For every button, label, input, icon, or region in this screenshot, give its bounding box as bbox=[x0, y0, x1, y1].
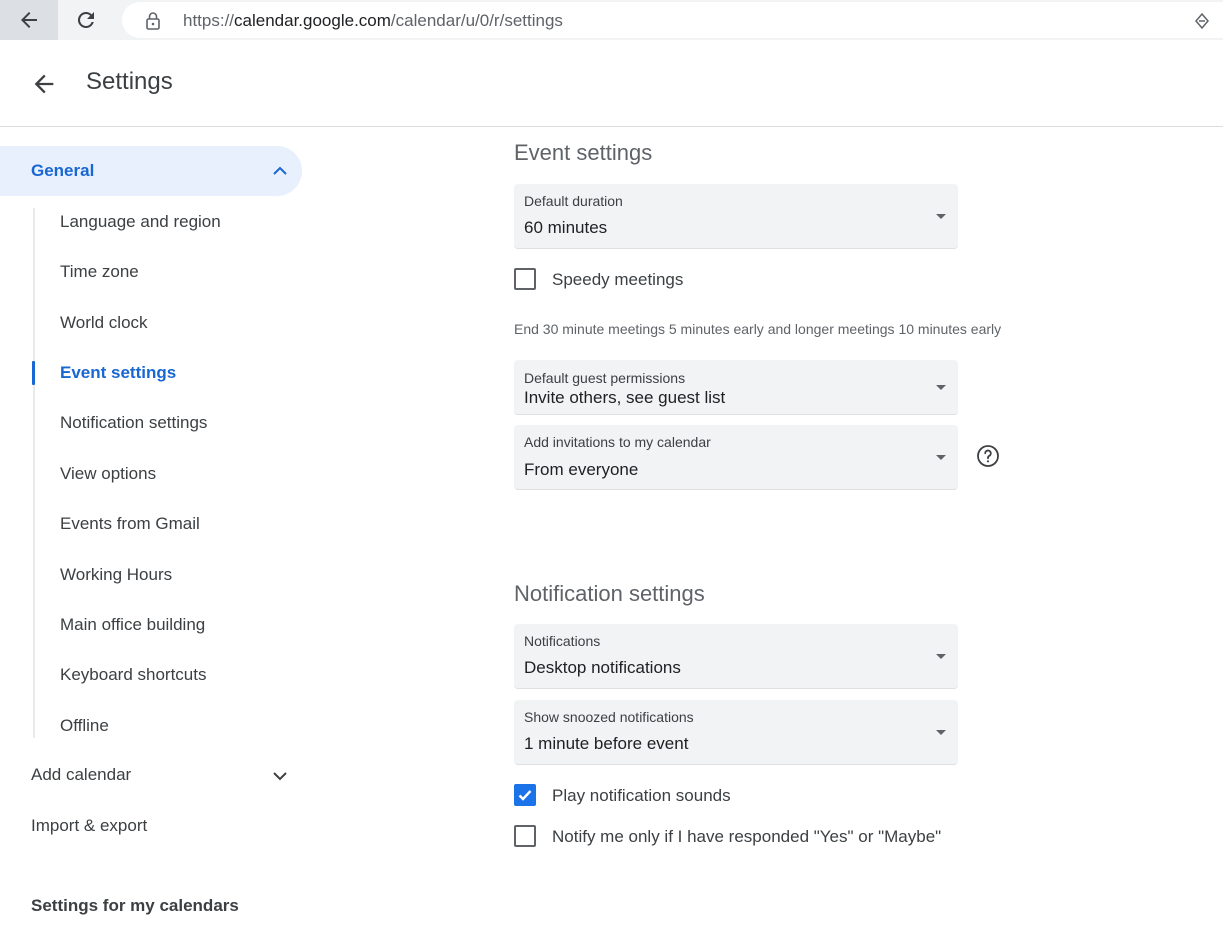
sidebar-item-world-clock[interactable]: World clock bbox=[60, 313, 148, 333]
settings-sidebar: General Language and region Time zone Wo… bbox=[0, 128, 326, 949]
check-icon bbox=[518, 790, 532, 801]
sidebar-section-my-calendars: Settings for my calendars bbox=[31, 896, 239, 915]
browser-reload-button[interactable] bbox=[58, 0, 114, 40]
add-invitations-value: From everyone bbox=[524, 460, 639, 479]
notification-settings-title: Notification settings bbox=[514, 581, 705, 606]
settings-main: Event settings Default duration 60 minut… bbox=[326, 128, 1223, 949]
extension-icon[interactable] bbox=[1193, 12, 1211, 30]
active-indicator bbox=[32, 361, 35, 385]
sidebar-item-working-hours[interactable]: Working Hours bbox=[60, 565, 172, 585]
notify-responded-checkbox[interactable] bbox=[514, 825, 536, 847]
add-invitations-label: Add invitations to my calendar bbox=[524, 434, 711, 450]
default-duration-select[interactable]: Default duration 60 minutes bbox=[514, 184, 958, 249]
speedy-meetings-checkbox[interactable] bbox=[514, 268, 536, 290]
url-text: https://calendar.google.com/calendar/u/0… bbox=[183, 11, 563, 30]
speedy-meetings-helper: End 30 minute meetings 5 minutes early a… bbox=[514, 321, 1002, 337]
sidebar-item-add-calendar[interactable]: Add calendar bbox=[31, 765, 131, 785]
notifications-value: Desktop notifications bbox=[524, 658, 681, 677]
chevron-down-icon[interactable] bbox=[270, 766, 290, 786]
lock-icon bbox=[146, 12, 160, 30]
snoozed-notifications-select[interactable]: Show snoozed notifications 1 minute befo… bbox=[514, 700, 958, 765]
sidebar-item-offline[interactable]: Offline bbox=[60, 716, 109, 736]
sidebar-item-events-from-gmail[interactable]: Events from Gmail bbox=[60, 514, 200, 534]
event-settings-title: Event settings bbox=[514, 140, 653, 165]
reload-icon bbox=[77, 11, 94, 28]
play-sounds-label: Play notification sounds bbox=[552, 786, 731, 805]
dropdown-arrow-icon bbox=[936, 214, 946, 219]
dropdown-arrow-icon bbox=[936, 654, 946, 659]
dropdown-arrow-icon bbox=[936, 730, 946, 735]
page-title: Settings bbox=[86, 68, 173, 95]
sidebar-item-language-region[interactable]: Language and region bbox=[60, 212, 221, 232]
sidebar-item-view-options[interactable]: View options bbox=[60, 464, 156, 484]
sidebar-item-general[interactable]: General bbox=[0, 146, 302, 196]
sidebar-item-import-export[interactable]: Import & export bbox=[31, 816, 147, 836]
arrow-left-icon bbox=[21, 12, 37, 28]
snoozed-notifications-label: Show snoozed notifications bbox=[524, 709, 694, 725]
chevron-up-icon bbox=[273, 166, 287, 175]
play-sounds-checkbox[interactable] bbox=[514, 784, 536, 806]
default-duration-value: 60 minutes bbox=[524, 218, 608, 237]
submenu-line bbox=[33, 208, 35, 738]
snoozed-notifications-value: 1 minute before event bbox=[524, 734, 689, 753]
default-duration-label: Default duration bbox=[524, 193, 623, 209]
sidebar-item-main-office-building[interactable]: Main office building bbox=[60, 615, 205, 635]
browser-toolbar: https://calendar.google.com/calendar/u/0… bbox=[0, 0, 1223, 40]
guest-permissions-select[interactable]: Default guest permissions Invite others,… bbox=[514, 360, 958, 415]
dropdown-arrow-icon bbox=[936, 385, 946, 390]
sidebar-item-event-settings[interactable]: Event settings bbox=[60, 363, 176, 383]
add-invitations-select[interactable]: Add invitations to my calendar From ever… bbox=[514, 425, 958, 490]
sidebar-item-notification-settings[interactable]: Notification settings bbox=[60, 413, 207, 433]
guest-permissions-label: Default guest permissions bbox=[524, 370, 686, 386]
dropdown-arrow-icon bbox=[936, 455, 946, 460]
notify-responded-label: Notify me only if I have responded "Yes"… bbox=[552, 827, 942, 846]
sidebar-item-keyboard-shortcuts[interactable]: Keyboard shortcuts bbox=[60, 665, 206, 685]
notifications-label: Notifications bbox=[524, 633, 601, 649]
browser-back-button[interactable] bbox=[0, 0, 58, 40]
help-icon[interactable] bbox=[976, 444, 1000, 468]
notifications-select[interactable]: Notifications Desktop notifications bbox=[514, 624, 958, 689]
back-arrow-icon[interactable] bbox=[30, 70, 58, 98]
sidebar-item-time-zone[interactable]: Time zone bbox=[60, 262, 139, 282]
sidebar-item-general-label: General bbox=[31, 161, 95, 180]
settings-header: Settings bbox=[0, 40, 1223, 127]
guest-permissions-value: Invite others, see guest list bbox=[524, 388, 726, 407]
speedy-meetings-label: Speedy meetings bbox=[552, 270, 684, 289]
address-bar[interactable]: https://calendar.google.com/calendar/u/0… bbox=[122, 2, 1223, 38]
